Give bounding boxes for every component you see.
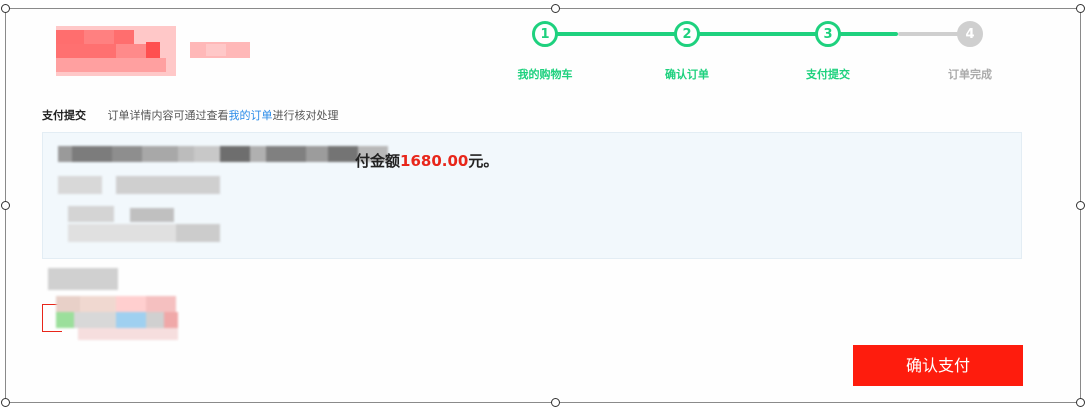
step-1-circle: 1 — [532, 21, 558, 47]
step-4-circle: 4 — [957, 21, 983, 47]
site-logo[interactable] — [56, 26, 256, 82]
resize-handle-top-middle[interactable] — [551, 4, 560, 13]
notice-text-after: 进行核对处理 — [272, 109, 339, 122]
logo-pixelated-graphic — [56, 26, 250, 76]
step-3-label: 支付提交 — [806, 68, 850, 81]
progress-line-2 — [687, 32, 828, 36]
my-orders-link[interactable]: 我的订单 — [229, 109, 273, 122]
resize-handle-middle-right[interactable] — [1076, 201, 1085, 210]
step-2-label: 确认订单 — [665, 68, 709, 81]
progress-line-1 — [544, 32, 687, 36]
resize-handle-bottom-left[interactable] — [1, 398, 10, 407]
payment-amount-line: 付金额1680.00元。 — [355, 150, 498, 171]
resize-handle-top-left[interactable] — [1, 4, 10, 13]
resize-handle-bottom-middle[interactable] — [551, 398, 560, 407]
step-3-circle: 3 — [815, 21, 841, 47]
amount-suffix: 元。 — [468, 152, 499, 170]
notice-title: 支付提交 — [42, 109, 86, 122]
step-4-label: 订单完成 — [948, 68, 992, 81]
redacted-order-text — [58, 146, 388, 242]
resize-handle-middle-left[interactable] — [1, 201, 10, 210]
notice-text-before: 订单详情内容可通过查看 — [107, 109, 229, 122]
resize-handle-bottom-right[interactable] — [1076, 398, 1085, 407]
amount-value: 1680.00 — [400, 152, 469, 170]
step-2-circle: 2 — [674, 21, 700, 47]
amount-prefix: 付金额 — [355, 152, 401, 170]
step-1-label: 我的购物车 — [517, 68, 573, 81]
confirm-pay-button[interactable]: 确认支付 — [853, 345, 1023, 386]
resize-handle-top-right[interactable] — [1076, 4, 1085, 13]
checkout-progress: 1 2 3 4 我的购物车 确认订单 支付提交 订单完成 — [518, 18, 1000, 88]
redacted-payment-method — [48, 268, 178, 340]
order-notice: 支付提交 订单详情内容可通过查看我的订单进行核对处理 — [42, 107, 339, 123]
